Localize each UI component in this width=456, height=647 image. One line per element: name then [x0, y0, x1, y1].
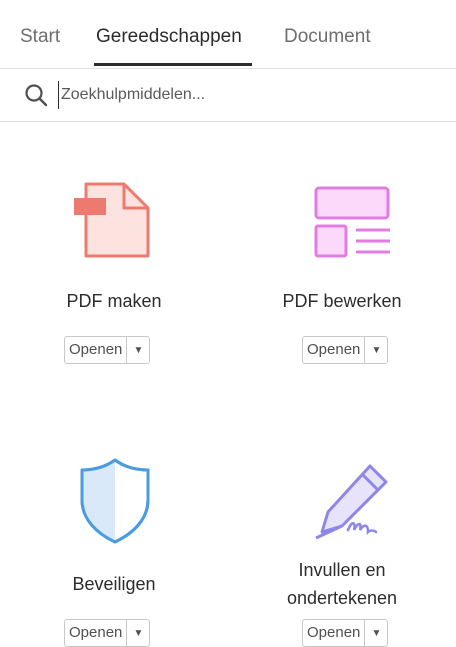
tab-bar: Start Gereedschappen Document: [0, 8, 456, 69]
open-label[interactable]: Openen: [303, 620, 366, 646]
tool-protect: Beveiligen Openen ▼: [0, 420, 228, 647]
chevron-down-icon[interactable]: ▼: [365, 337, 387, 363]
search-icon[interactable]: [24, 83, 48, 107]
tool-edit-pdf: PDF bewerken Openen ▼: [228, 150, 456, 390]
search-bar: [0, 69, 456, 122]
edit-pdf-icon[interactable]: [312, 184, 392, 260]
open-button-edit-pdf[interactable]: Openen ▼: [302, 336, 389, 364]
fill-sign-icon[interactable]: [312, 460, 392, 542]
active-tab-indicator: [94, 63, 252, 66]
tool-fill-sign: Invullen en ondertekenen Openen ▼: [228, 420, 456, 647]
tab-tools[interactable]: Gereedschappen: [96, 26, 242, 48]
open-button-create-pdf[interactable]: Openen ▼: [64, 336, 151, 364]
tool-label-protect: Beveiligen: [72, 574, 156, 594]
tool-label-edit-pdf: PDF bewerken: [282, 291, 402, 311]
chevron-down-icon[interactable]: ▼: [127, 337, 149, 363]
open-label[interactable]: Openen: [303, 337, 366, 363]
tool-label-fill-sign-line2: ondertekenen: [286, 588, 398, 608]
chevron-down-icon[interactable]: ▼: [365, 620, 387, 646]
create-pdf-icon[interactable]: [74, 180, 154, 260]
tab-start[interactable]: Start: [20, 26, 60, 48]
chevron-down-icon[interactable]: ▼: [127, 620, 149, 646]
open-button-protect[interactable]: Openen ▼: [64, 619, 151, 647]
top-strip: [0, 0, 456, 5]
open-label[interactable]: Openen: [65, 337, 128, 363]
shield-icon[interactable]: [78, 456, 152, 546]
tool-label-create-pdf: PDF maken: [66, 291, 162, 311]
tab-document[interactable]: Document: [284, 26, 371, 48]
tool-create-pdf: PDF maken Openen ▼: [0, 150, 228, 390]
search-input[interactable]: [58, 81, 441, 109]
open-button-fill-sign[interactable]: Openen ▼: [302, 619, 389, 647]
open-label[interactable]: Openen: [65, 620, 128, 646]
tool-label-fill-sign-line1: Invullen en: [298, 560, 386, 580]
